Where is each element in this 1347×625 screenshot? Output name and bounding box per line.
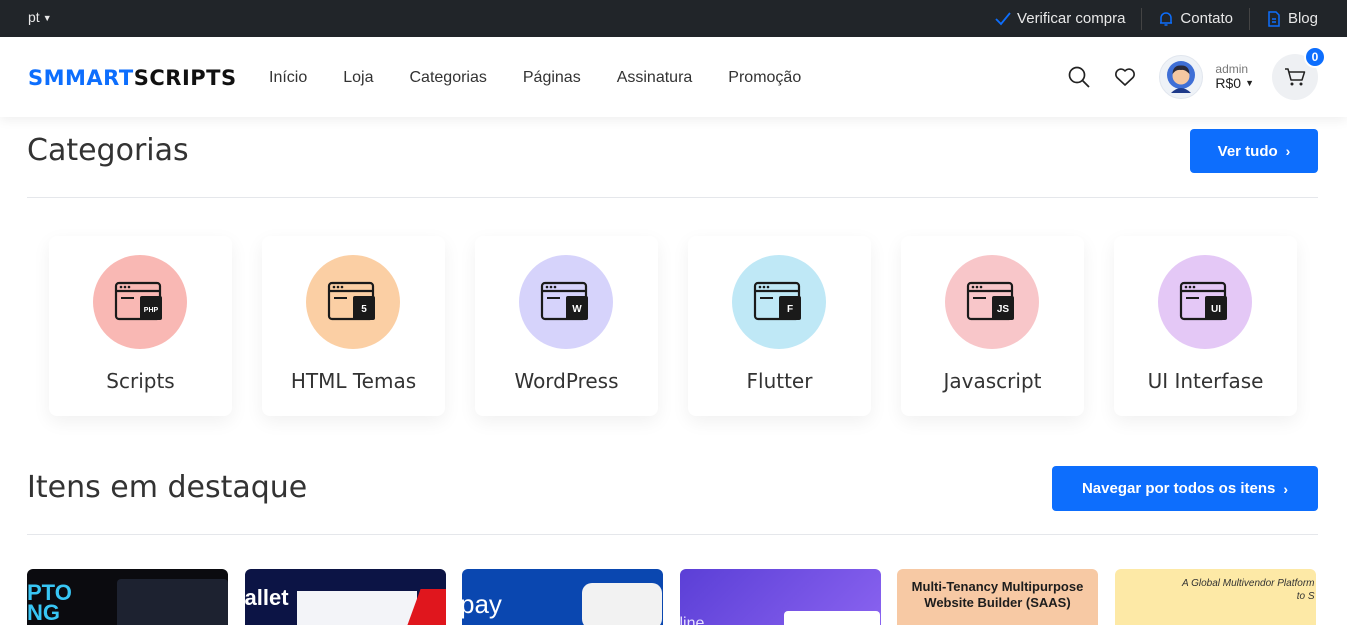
chevron-right-icon: › <box>1285 143 1291 159</box>
category-card[interactable]: JS Javascript <box>901 236 1084 416</box>
category-icon-badge: PHP <box>144 307 159 314</box>
verify-purchase-link[interactable]: Verificar compra <box>979 8 1141 30</box>
category-icon-circle: JS <box>945 255 1039 349</box>
logo-part-1: SMMART <box>28 66 134 90</box>
categories-title: Categorias <box>27 133 189 168</box>
item-thumbnail <box>582 583 662 625</box>
browse-all-label: Navegar por todos os itens <box>1081 480 1276 497</box>
item-title-1: PTO NG <box>27 580 72 625</box>
featured-item[interactable]: A Global Multivendor Platform to S <box>1114 569 1316 625</box>
category-icon-circle: PHP <box>93 255 187 349</box>
nav-item-inicio[interactable]: Início <box>269 69 307 87</box>
featured-title: Itens em destaque <box>27 470 308 505</box>
top-links: Verificar compra Contato Blog <box>979 0 1318 37</box>
category-label: Scripts <box>106 369 175 393</box>
bell-icon <box>1160 11 1173 26</box>
php-icon: PHP <box>114 281 162 321</box>
category-icon-circle: F <box>732 255 826 349</box>
category-label: WordPress <box>514 369 619 393</box>
flutter-icon: F <box>753 281 801 321</box>
item-thumbnail <box>117 579 228 625</box>
language-selector[interactable]: pt ▼ <box>28 9 52 25</box>
item-title-4: line <box>679 615 705 625</box>
blog-label: Blog <box>1287 10 1318 27</box>
top-bar: pt ▼ Verificar compra Contato Blog <box>0 0 1347 37</box>
featured-list: PTO NG allet pay line Multi-Tenancy Mult… <box>27 569 1332 625</box>
featured-item[interactable]: Multi-Tenancy Multipurpose Website Build… <box>897 569 1098 625</box>
divider <box>27 197 1318 198</box>
chevron-right-icon: › <box>1283 480 1289 497</box>
cart-button[interactable]: 0 <box>1272 46 1326 100</box>
logo-part-2: SCRIPTS <box>133 66 237 90</box>
featured-item[interactable]: pay <box>462 569 663 625</box>
item-title-3: pay <box>462 589 502 619</box>
category-label: Javascript <box>943 369 1042 393</box>
category-icon-circle: W <box>519 255 613 349</box>
view-all-button[interactable]: Ver tudo › <box>1190 129 1318 173</box>
item-title-5: Multi-Tenancy Multipurpose Website Build… <box>911 579 1084 610</box>
heart-icon[interactable] <box>1113 65 1137 89</box>
featured-item[interactable]: line <box>679 569 881 625</box>
document-icon <box>1268 10 1280 27</box>
category-icon-badge: W <box>572 304 582 315</box>
nav-item-assinatura[interactable]: Assinatura <box>617 69 693 87</box>
language-label: pt <box>28 9 40 25</box>
wordpress-icon: W <box>540 281 588 321</box>
item-title-6: A Global Multivendor Platform to S <box>1182 578 1315 602</box>
search-icon[interactable] <box>1067 65 1091 89</box>
category-icon-badge: 5 <box>361 304 367 315</box>
avatar <box>1159 55 1204 99</box>
check-icon <box>995 11 1011 25</box>
nav-item-categorias[interactable]: Categorias <box>410 69 487 87</box>
caret-down-icon: ▼ <box>42 13 52 24</box>
main-header: SMMARTSCRIPTS Início Loja Categorias Pág… <box>0 37 1347 117</box>
category-label: UI Interfase <box>1147 369 1264 393</box>
ui-icon: UI <box>1179 281 1227 321</box>
html5-icon: 5 <box>327 281 375 321</box>
item-thumbnail <box>783 611 880 625</box>
nav-item-paginas[interactable]: Páginas <box>523 69 581 87</box>
featured-item[interactable]: allet <box>244 569 446 625</box>
category-list: PHP Scripts 5 HTML Temas W WordPress F Flutter J… <box>49 236 1327 416</box>
category-label: HTML Temas <box>290 369 417 393</box>
category-card[interactable]: F Flutter <box>688 236 871 416</box>
verify-purchase-label: Verificar compra <box>1017 10 1126 27</box>
cart-icon <box>1285 68 1306 86</box>
nav-item-loja[interactable]: Loja <box>343 69 373 87</box>
category-icon-circle: 5 <box>306 255 400 349</box>
header-actions: admin R$0 ▼ 0 <box>1067 46 1326 100</box>
category-card[interactable]: 5 HTML Temas <box>262 236 445 416</box>
nav-item-promocao[interactable]: Promoção <box>728 69 801 87</box>
contact-link[interactable]: Contato <box>1141 7 1249 30</box>
category-icon-badge: F <box>787 304 793 315</box>
category-card[interactable]: PHP Scripts <box>49 236 232 416</box>
site-logo[interactable]: SMMARTSCRIPTS <box>28 66 237 90</box>
divider <box>27 534 1318 535</box>
featured-item[interactable]: PTO NG <box>27 569 228 625</box>
user-balance: R$0 <box>1215 74 1242 91</box>
contact-label: Contato <box>1180 10 1233 27</box>
item-title-2: allet <box>244 585 289 610</box>
user-menu[interactable]: admin R$0 ▼ <box>1159 55 1254 99</box>
cart-count-badge: 0 <box>1304 46 1326 68</box>
javascript-icon: JS <box>966 281 1014 321</box>
main-nav: Início Loja Categorias Páginas Assinatur… <box>269 69 837 87</box>
caret-down-icon: ▼ <box>1245 78 1254 89</box>
blog-link[interactable]: Blog <box>1248 7 1318 30</box>
category-icon-circle: UI <box>1158 255 1252 349</box>
category-card[interactable]: UI UI Interfase <box>1114 236 1297 416</box>
category-card[interactable]: W WordPress <box>475 236 658 416</box>
item-thumbnail <box>296 591 417 625</box>
browse-all-button[interactable]: Navegar por todos os itens › <box>1052 466 1318 511</box>
view-all-label: Ver tudo <box>1217 142 1278 160</box>
category-label: Flutter <box>746 369 813 393</box>
category-icon-badge: UI <box>1211 304 1221 315</box>
category-icon-badge: JS <box>997 304 1010 315</box>
item-text: PTO NG <box>27 580 72 625</box>
